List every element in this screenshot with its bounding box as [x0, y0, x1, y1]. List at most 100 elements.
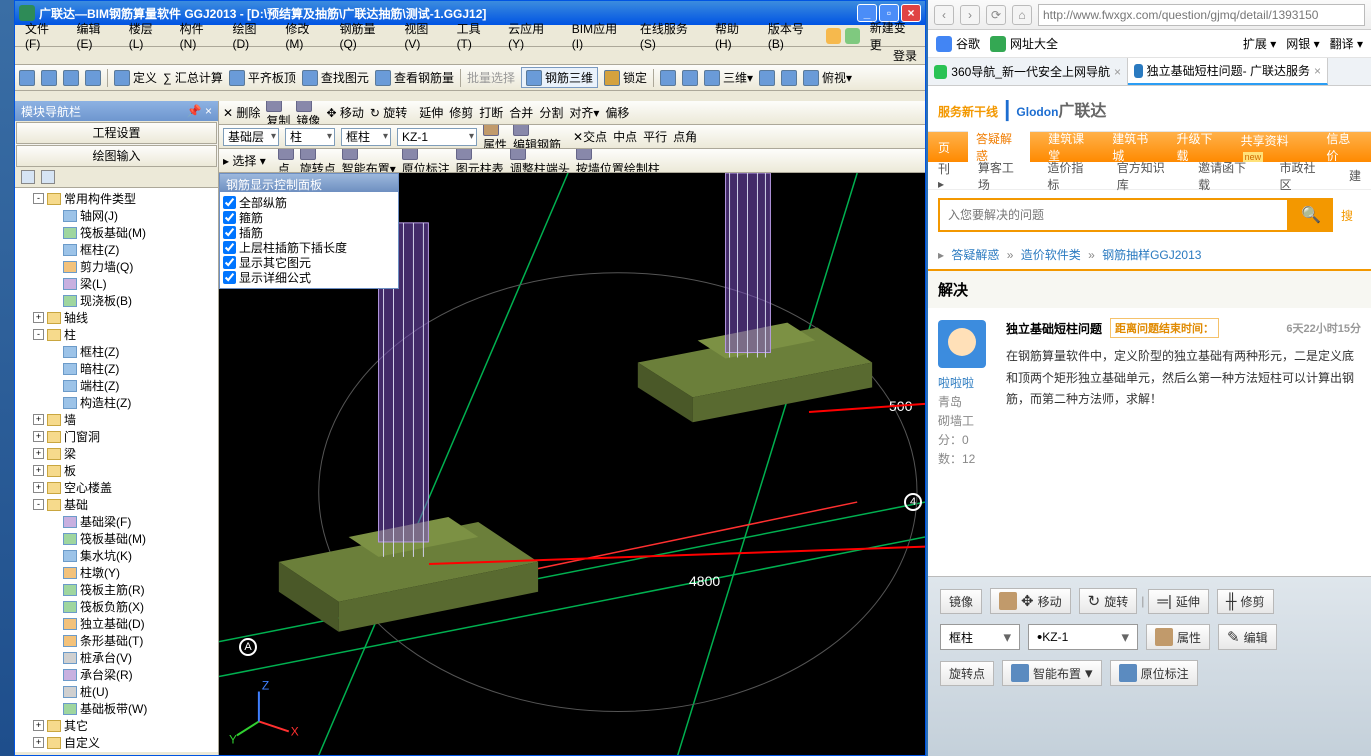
- tree-item[interactable]: +轴线: [17, 309, 216, 326]
- rebar-opt[interactable]: 全部纵筋: [223, 195, 395, 210]
- view-icon-1[interactable]: [660, 70, 676, 86]
- tree-item[interactable]: 集水坑(K): [17, 547, 216, 564]
- define-button[interactable]: 定义: [114, 69, 157, 86]
- snap-cross[interactable]: ✕交点: [573, 128, 607, 145]
- nav-tree-icon[interactable]: [21, 170, 35, 184]
- checkbox[interactable]: [223, 226, 236, 239]
- menu-draw[interactable]: 绘图(D): [227, 18, 278, 53]
- tab-question[interactable]: 独立基础短柱问题- 广联达服务 ×: [1128, 58, 1328, 85]
- type-select[interactable]: 框柱: [341, 128, 391, 146]
- view-icon-3[interactable]: [759, 70, 775, 86]
- menu-floor[interactable]: 楼层(L): [123, 18, 172, 53]
- subnav-4[interactable]: 邀请函下载: [1198, 159, 1257, 193]
- tree-item[interactable]: +空心楼盖: [17, 479, 216, 496]
- menu-online[interactable]: 在线服务(S): [634, 18, 707, 53]
- component-tree[interactable]: -常用构件类型轴网(J)筏板基础(M)框柱(Z)剪力墙(Q)梁(L)现浇板(B)…: [15, 188, 218, 752]
- menu-file[interactable]: 文件(F): [19, 18, 69, 53]
- menu-rebar[interactable]: 钢筋量(Q): [333, 18, 396, 53]
- rebar3d-button[interactable]: 钢筋三维: [521, 67, 598, 88]
- menu-edit[interactable]: 编辑(E): [71, 18, 121, 53]
- checkbox[interactable]: [223, 256, 236, 269]
- tree-item[interactable]: 承台梁(R): [17, 666, 216, 683]
- tree-item[interactable]: +墙: [17, 411, 216, 428]
- tree-item[interactable]: 构造柱(Z): [17, 394, 216, 411]
- rebar-opt[interactable]: 上层柱插筋下插长度: [223, 240, 395, 255]
- tree-item[interactable]: -柱: [17, 326, 216, 343]
- point-tool[interactable]: 点: [278, 149, 294, 173]
- trim-button[interactable]: 修剪: [449, 104, 473, 121]
- tree-item[interactable]: 桩(U): [17, 683, 216, 700]
- menu-component[interactable]: 构件(N): [174, 18, 225, 53]
- attr-button[interactable]: 属性: [483, 125, 507, 149]
- 3d-viewport[interactable]: X Y Z 4800 500 A 4 钢筋显示控制面板 全部纵筋箍筋插筋上层柱插…: [219, 173, 925, 755]
- rotpoint-tool[interactable]: 旋转点: [300, 149, 336, 173]
- search-button[interactable]: 🔍: [1289, 198, 1333, 232]
- align-button[interactable]: 对齐▾: [569, 104, 599, 121]
- avatar[interactable]: [938, 320, 986, 368]
- offset-button[interactable]: 偏移: [605, 104, 629, 121]
- nav-list-icon[interactable]: [41, 170, 55, 184]
- rebar-opt[interactable]: 显示详细公式: [223, 270, 395, 285]
- tree-item[interactable]: +梁: [17, 445, 216, 462]
- nav-draw-input[interactable]: 绘图输入: [16, 145, 217, 167]
- snap-mid[interactable]: 中点: [613, 128, 637, 145]
- tree-item[interactable]: +自定义: [17, 734, 216, 751]
- edit-rebar-button[interactable]: 编辑钢筋: [513, 125, 561, 149]
- tree-item[interactable]: 暗柱(Z): [17, 360, 216, 377]
- menu-version[interactable]: 版本号(B): [762, 18, 824, 53]
- checkbox[interactable]: [223, 196, 236, 209]
- checkbox[interactable]: [223, 211, 236, 224]
- menu-modify[interactable]: 修改(M): [279, 18, 331, 53]
- subnav-2[interactable]: 造价指标: [1047, 159, 1094, 193]
- rebar-opt[interactable]: 显示其它图元: [223, 255, 395, 270]
- smart-layout-tool[interactable]: 智能布置▾: [342, 149, 396, 173]
- search-input[interactable]: [938, 198, 1289, 232]
- undo-icon[interactable]: [63, 70, 79, 86]
- ext-menu[interactable]: 扩展 ▾: [1243, 35, 1276, 52]
- nav-project-settings[interactable]: 工程设置: [16, 122, 217, 144]
- nav-price[interactable]: 信息价: [1326, 130, 1361, 164]
- rebar-opt[interactable]: 箍筋: [223, 210, 395, 225]
- redo-icon[interactable]: [85, 70, 101, 86]
- tree-item[interactable]: -常用构件类型: [17, 190, 216, 207]
- break-button[interactable]: 打断: [479, 104, 503, 121]
- wall-col-tool[interactable]: 按墙位置绘制柱: [576, 149, 660, 173]
- new-change-icon[interactable]: [845, 28, 860, 44]
- subnav-6[interactable]: 建: [1349, 167, 1361, 184]
- adj-end-tool[interactable]: 调整柱端头: [510, 149, 570, 173]
- rotate-button[interactable]: ↻ 旋转: [370, 104, 407, 121]
- orig-mark-tool[interactable]: 原位标注: [402, 149, 450, 173]
- back-button[interactable]: ‹: [934, 5, 954, 25]
- subnav-5[interactable]: 市政社区: [1279, 159, 1326, 193]
- translate-menu[interactable]: 翻译 ▾: [1330, 35, 1363, 52]
- crumb-1[interactable]: 答疑解惑: [951, 248, 999, 262]
- split-button[interactable]: 分割: [539, 104, 563, 121]
- helmet-icon[interactable]: [826, 28, 841, 44]
- floor-select[interactable]: 基础层: [223, 128, 279, 146]
- tree-item[interactable]: +CAD识别: [17, 751, 216, 752]
- tree-item[interactable]: 条形基础(T): [17, 632, 216, 649]
- checkbox[interactable]: [223, 271, 236, 284]
- tree-item[interactable]: 框柱(Z): [17, 343, 216, 360]
- search-more[interactable]: 搜: [1333, 207, 1361, 224]
- tab-360nav[interactable]: 360导航_新一代安全上网导航 ×: [928, 58, 1128, 85]
- nav-pin-icon[interactable]: 📌 ×: [187, 104, 212, 118]
- open-icon[interactable]: [19, 70, 35, 86]
- tree-item[interactable]: 桩承台(V): [17, 649, 216, 666]
- tree-item[interactable]: 柱墩(Y): [17, 564, 216, 581]
- crumb-2[interactable]: 造价软件类: [1021, 248, 1081, 262]
- site-logo[interactable]: 服务新干线 | Glodon广联达: [938, 96, 1106, 122]
- bank-menu[interactable]: 网银 ▾: [1286, 35, 1319, 52]
- tree-item[interactable]: 基础梁(F): [17, 513, 216, 530]
- menu-tools[interactable]: 工具(T): [451, 18, 501, 53]
- rebar-panel-title[interactable]: 钢筋显示控制面板: [220, 174, 398, 192]
- tree-item[interactable]: 端柱(Z): [17, 377, 216, 394]
- flat-button[interactable]: 平齐板顶: [229, 69, 296, 86]
- tree-item[interactable]: 轴网(J): [17, 207, 216, 224]
- tree-item[interactable]: +板: [17, 462, 216, 479]
- tree-item[interactable]: 筏板主筋(R): [17, 581, 216, 598]
- forward-button[interactable]: ›: [960, 5, 980, 25]
- menu-view[interactable]: 视图(V): [398, 18, 448, 53]
- tree-item[interactable]: 梁(L): [17, 275, 216, 292]
- snap-parallel[interactable]: 平行: [643, 128, 667, 145]
